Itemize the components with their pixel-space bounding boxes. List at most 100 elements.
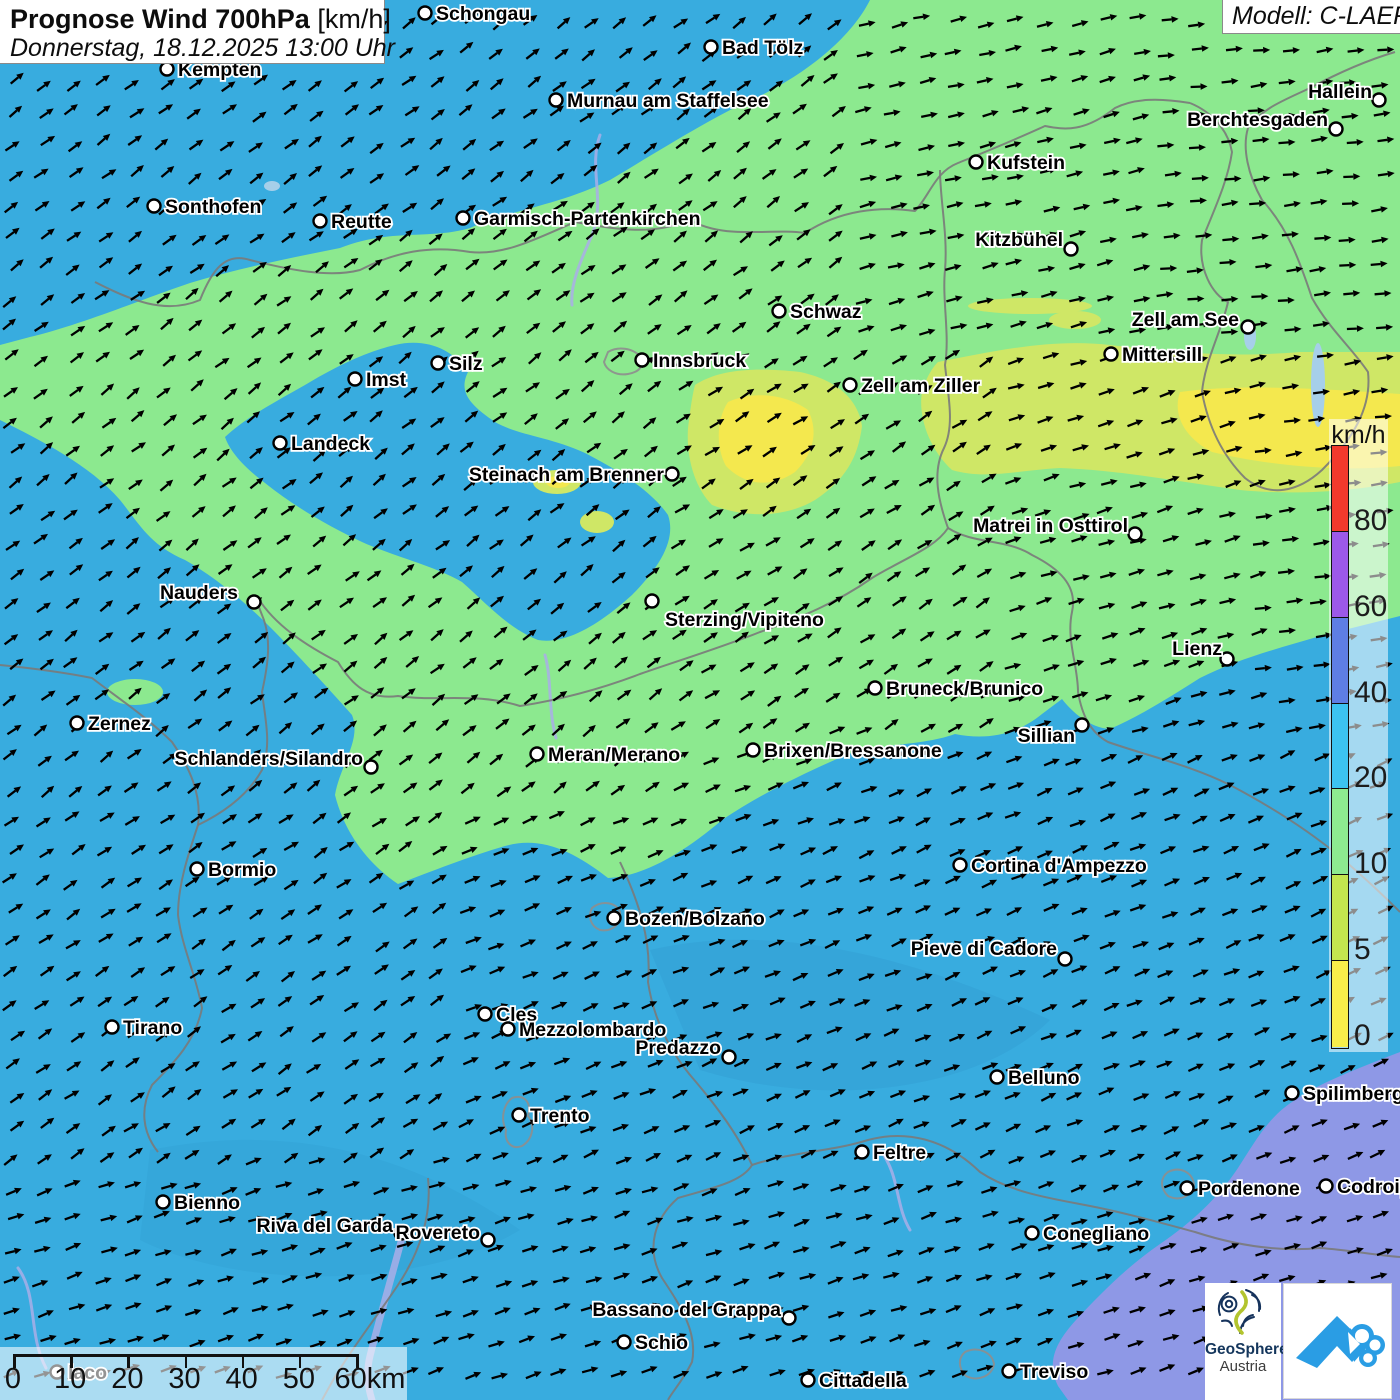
wind-forecast-map-page: SchongauBad TölzKemptenMurnau am Staffel… — [0, 0, 1400, 1400]
city-marker-Garmisch-Partenkirchen — [457, 212, 470, 225]
city-label-Cittadella: Cittadella — [819, 1370, 907, 1392]
city-label-Innsbruck: Innsbruck — [653, 350, 746, 372]
scale-label-40: 40 — [226, 1363, 258, 1396]
title-box: Prognose Wind 700hPa [km/h] Donnerstag, … — [0, 0, 385, 64]
city-label-Schongau: Schongau — [436, 3, 530, 25]
city-marker-Trento — [513, 1109, 526, 1122]
city-marker-Kempten — [161, 63, 174, 76]
region-lake-small-north — [264, 181, 280, 191]
city-marker-Lienz — [1221, 653, 1234, 666]
city-marker-Kitzbühel — [1065, 243, 1078, 256]
legend-color-bar — [1331, 445, 1349, 1049]
city-marker-Mittersill — [1105, 348, 1118, 361]
city-label-Sonthofen: Sonthofen — [165, 196, 261, 218]
city-marker-Predazzo — [723, 1051, 736, 1064]
city-label-Zell am See: Zell am See — [1132, 309, 1239, 331]
city-marker-Spilimbergo — [1286, 1087, 1299, 1100]
city-marker-Cortina d'Ampezzo — [954, 859, 967, 872]
legend-tick-0: 0 — [1354, 1019, 1371, 1053]
city-label-Bassano del Grappa: Bassano del Grappa — [592, 1299, 781, 1321]
city-marker-Belluno — [991, 1071, 1004, 1084]
legend-segment-0 — [1332, 961, 1348, 1047]
city-marker-Schio — [618, 1336, 631, 1349]
city-label-Lienz: Lienz — [1172, 638, 1222, 660]
wind-speed-legend: km/h 806040201050 — [1329, 419, 1388, 1052]
legend-tick-80: 80 — [1354, 504, 1387, 538]
city-label-Spilimbergo: Spilimbergo — [1303, 1083, 1400, 1105]
scale-label-50: 50 — [283, 1363, 315, 1396]
model-label: Modell: C-LAEF — [1222, 0, 1400, 34]
city-label-Bozen/Bolzano: Bozen/Bolzano — [625, 908, 765, 930]
city-marker-Rovereto — [482, 1234, 495, 1247]
city-marker-Treviso — [1003, 1365, 1016, 1378]
scale-label-10: 10 — [54, 1363, 86, 1396]
city-label-Schwaz: Schwaz — [790, 301, 862, 323]
city-marker-Steinach am Brenner — [666, 468, 679, 481]
scale-label-0: 0 — [5, 1363, 21, 1396]
legend-tick-10: 10 — [1354, 847, 1387, 881]
city-label-Kufstein: Kufstein — [987, 152, 1065, 174]
city-marker-Codroipo — [1320, 1180, 1333, 1193]
geosphere-name: GeoSphere — [1205, 1341, 1281, 1358]
city-marker-Tirano — [106, 1021, 119, 1034]
city-marker-Sillian — [1076, 719, 1089, 732]
city-marker-Zell am Ziller — [844, 379, 857, 392]
city-label-Schio: Schio — [635, 1332, 688, 1354]
city-marker-Matrei in Osttirol — [1129, 528, 1142, 541]
city-label-Landeck: Landeck — [291, 433, 370, 455]
city-label-Imst: Imst — [366, 369, 407, 391]
legend-segment-80 — [1332, 446, 1348, 532]
city-marker-Pordenone — [1181, 1182, 1194, 1195]
city-label-Silz: Silz — [449, 353, 483, 375]
city-label-Bad Tölz: Bad Tölz — [722, 37, 803, 59]
mountain-cloud-icon — [1284, 1284, 1391, 1398]
city-label-Zell am Ziller: Zell am Ziller — [861, 375, 981, 397]
city-label-Zernez: Zernez — [88, 713, 151, 735]
city-label-Codroipo: Codroipo — [1337, 1176, 1400, 1198]
page-title: Prognose Wind 700hPa [km/h] — [10, 4, 374, 35]
city-marker-Schongau — [419, 7, 432, 20]
city-label-Kitzbühel: Kitzbühel — [975, 229, 1063, 251]
map-canvas[interactable]: SchongauBad TölzKemptenMurnau am Staffel… — [0, 0, 1400, 1400]
city-marker-Cittadella — [802, 1374, 815, 1387]
city-label-Cortina d'Ampezzo: Cortina d'Ampezzo — [971, 855, 1147, 877]
legend-tick-5: 5 — [1354, 933, 1371, 967]
city-marker-Imst — [349, 373, 362, 386]
city-marker-Zell am See — [1242, 321, 1255, 334]
city-marker-Landeck — [274, 437, 287, 450]
scale-label-60km: 60km — [335, 1363, 406, 1396]
city-marker-Murnau am Staffelsee — [550, 94, 563, 107]
city-label-Treviso: Treviso — [1020, 1361, 1088, 1383]
city-marker-Berchtesgaden — [1330, 123, 1343, 136]
city-marker-Zernez — [71, 717, 84, 730]
city-marker-Bienno — [157, 1196, 170, 1209]
city-label-Pieve di Cadore: Pieve di Cadore — [911, 938, 1057, 960]
partner-logo-box — [1283, 1283, 1392, 1399]
city-label-Nauders: Nauders — [160, 582, 238, 604]
legend-segment-5 — [1332, 875, 1348, 961]
city-label-Trento: Trento — [530, 1105, 590, 1127]
city-marker-Brixen/Bressanone — [747, 744, 760, 757]
city-label-Garmisch-Partenkirchen: Garmisch-Partenkirchen — [474, 208, 701, 230]
city-marker-Bormio — [191, 863, 204, 876]
distance-scale-bar: 0102030405060km — [0, 1347, 407, 1400]
city-label-Riva del Garda: Riva del Garda — [256, 1215, 393, 1237]
city-marker-Schwaz — [773, 305, 786, 318]
legend-tick-40: 40 — [1354, 676, 1387, 710]
city-label-Murnau am Staffelsee: Murnau am Staffelsee — [567, 90, 769, 112]
scale-label-30: 30 — [168, 1363, 200, 1396]
title-unit: [km/h] — [310, 4, 391, 34]
city-marker-Cles — [479, 1008, 492, 1021]
legend-segment-20 — [1332, 704, 1348, 790]
city-label-Sterzing/Vipiteno: Sterzing/Vipiteno — [665, 609, 824, 631]
region-yg-steinach-2 — [580, 511, 614, 533]
city-label-Steinach am Brenner: Steinach am Brenner — [469, 464, 664, 486]
city-label-Rovereto: Rovereto — [395, 1222, 480, 1244]
city-label-Brixen/Bressanone: Brixen/Bressanone — [764, 740, 942, 762]
city-label-Bruneck/Brunico: Bruneck/Brunico — [886, 678, 1043, 700]
title-main: Prognose Wind 700hPa — [10, 4, 310, 34]
city-label-Predazzo: Predazzo — [635, 1037, 721, 1059]
city-marker-Bozen/Bolzano — [608, 912, 621, 925]
city-marker-Feltre — [856, 1146, 869, 1159]
city-marker-Conegliano — [1026, 1227, 1039, 1240]
